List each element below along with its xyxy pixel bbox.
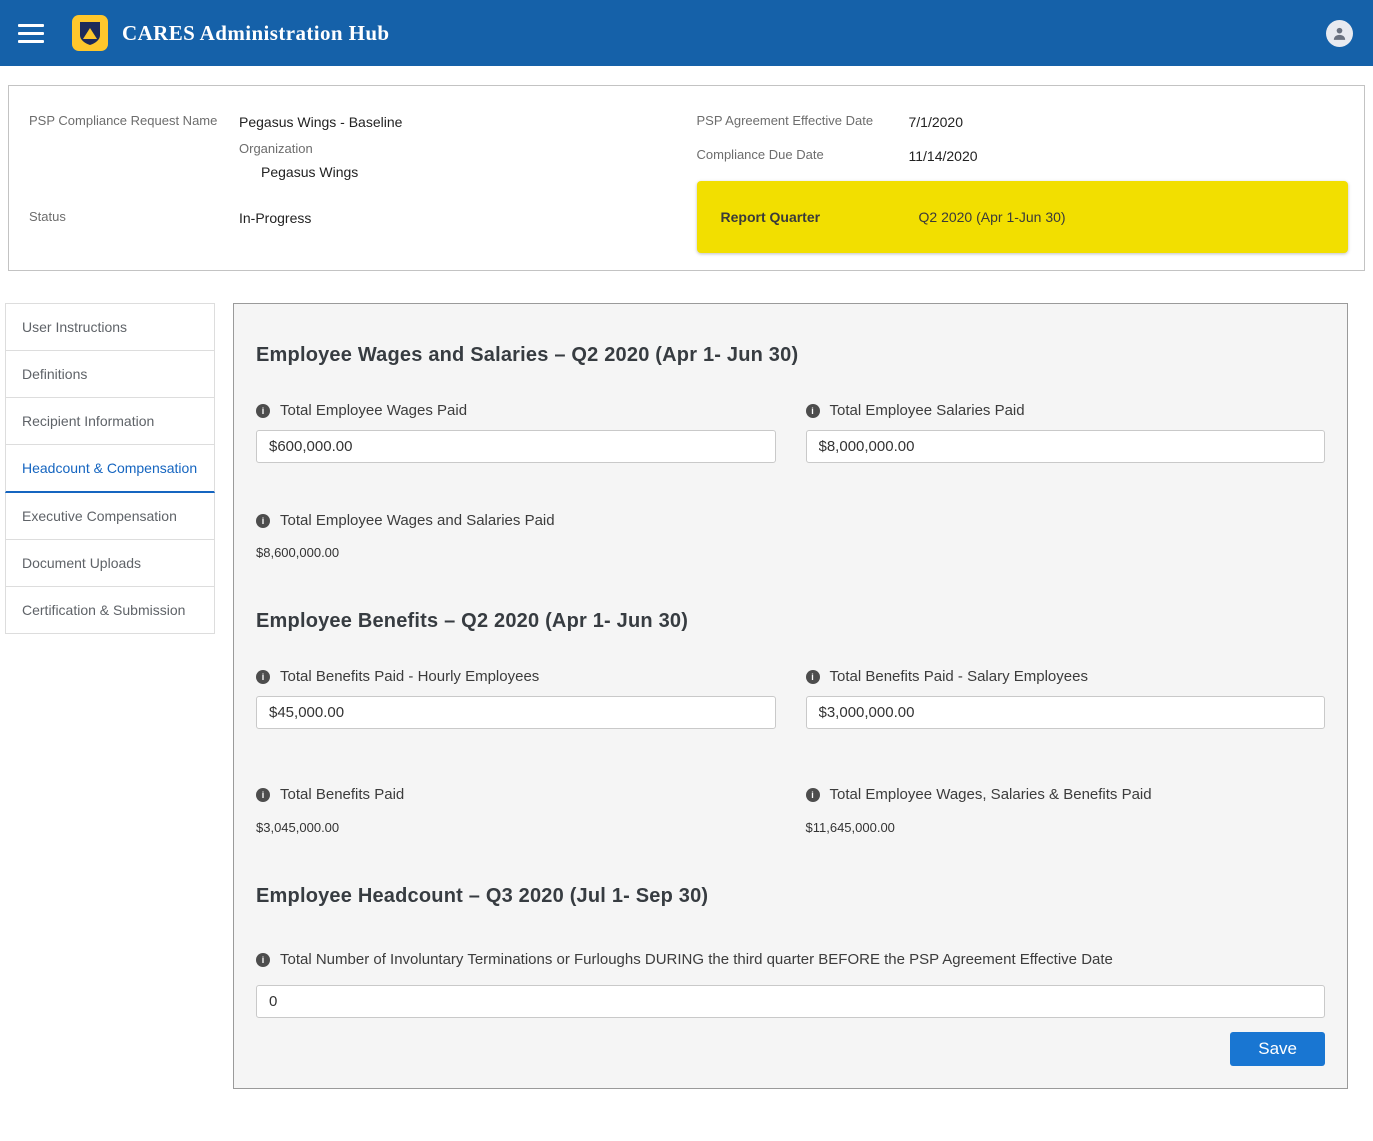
request-name-value: Pegasus Wings - Baseline bbox=[239, 112, 402, 132]
benefits-salary-label: Total Benefits Paid - Salary Employees bbox=[830, 667, 1088, 687]
section-title-headcount: Employee Headcount – Q3 2020 (Jul 1- Sep… bbox=[256, 885, 1325, 908]
field-benefits-hourly: i Total Benefits Paid - Hourly Employees bbox=[256, 667, 776, 729]
summary-right-column: PSP Agreement Effective Date 7/1/2020 Co… bbox=[697, 112, 1365, 253]
field-total-all: i Total Employee Wages, Salaries & Benef… bbox=[806, 785, 1326, 834]
effective-date-value: 7/1/2020 bbox=[909, 112, 964, 132]
app-bar: CARES Administration Hub bbox=[0, 0, 1373, 66]
info-icon[interactable]: i bbox=[256, 788, 270, 802]
total-wages-paid-input[interactable] bbox=[256, 430, 776, 463]
sidebar-item-certification-submission[interactable]: Certification & Submission bbox=[5, 586, 215, 634]
status-label: Status bbox=[29, 208, 239, 228]
shield-icon bbox=[77, 20, 103, 46]
total-wages-paid-label: Total Employee Wages Paid bbox=[280, 401, 467, 421]
total-salaries-paid-label: Total Employee Salaries Paid bbox=[830, 401, 1025, 421]
info-icon[interactable]: i bbox=[806, 670, 820, 684]
status-value: In-Progress bbox=[239, 208, 311, 228]
total-all-label: Total Employee Wages, Salaries & Benefit… bbox=[830, 785, 1152, 805]
sidebar-item-headcount-compensation[interactable]: Headcount & Compensation bbox=[5, 444, 215, 493]
organization-value: Pegasus Wings bbox=[239, 162, 358, 182]
sidebar: User Instructions Definitions Recipient … bbox=[5, 303, 215, 634]
total-salaries-paid-input[interactable] bbox=[806, 430, 1326, 463]
field-total-wages-paid: i Total Employee Wages Paid bbox=[256, 401, 776, 463]
info-icon[interactable]: i bbox=[806, 788, 820, 802]
report-quarter-value: Q2 2020 (Apr 1-Jun 30) bbox=[919, 209, 1066, 225]
report-quarter-label: Report Quarter bbox=[721, 209, 919, 225]
info-icon[interactable]: i bbox=[256, 670, 270, 684]
sidebar-item-recipient-information[interactable]: Recipient Information bbox=[5, 397, 215, 445]
benefits-salary-input[interactable] bbox=[806, 696, 1326, 729]
benefits-hourly-label: Total Benefits Paid - Hourly Employees bbox=[280, 667, 539, 687]
field-total-wages-salaries: i Total Employee Wages and Salaries Paid… bbox=[256, 511, 776, 560]
total-benefits-label: Total Benefits Paid bbox=[280, 785, 404, 805]
field-benefits-salary: i Total Benefits Paid - Salary Employees bbox=[806, 667, 1326, 729]
total-wages-salaries-label: Total Employee Wages and Salaries Paid bbox=[280, 511, 555, 531]
user-avatar-icon[interactable] bbox=[1326, 20, 1353, 47]
field-total-benefits: i Total Benefits Paid $3,045,000.00 bbox=[256, 785, 776, 834]
due-date-value: 11/14/2020 bbox=[909, 146, 978, 166]
request-name-label: PSP Compliance Request Name bbox=[29, 112, 239, 132]
sidebar-item-user-instructions[interactable]: User Instructions bbox=[5, 303, 215, 351]
main-area: User Instructions Definitions Recipient … bbox=[0, 303, 1373, 1119]
sidebar-item-document-uploads[interactable]: Document Uploads bbox=[5, 539, 215, 587]
organization-label: Organization bbox=[239, 140, 358, 159]
sidebar-item-definitions[interactable]: Definitions bbox=[5, 350, 215, 398]
section-title-benefits: Employee Benefits – Q2 2020 (Apr 1- Jun … bbox=[256, 610, 1325, 633]
info-icon[interactable]: i bbox=[256, 404, 270, 418]
info-icon[interactable]: i bbox=[256, 514, 270, 528]
info-icon[interactable]: i bbox=[256, 953, 270, 967]
menu-icon[interactable] bbox=[18, 19, 44, 48]
content-panel: Employee Wages and Salaries – Q2 2020 (A… bbox=[233, 303, 1348, 1089]
report-quarter-highlight: Report Quarter Q2 2020 (Apr 1-Jun 30) bbox=[697, 181, 1349, 253]
field-involuntary-terminations: i Total Number of Involuntary Terminatio… bbox=[256, 950, 1325, 1018]
total-all-value: $11,645,000.00 bbox=[806, 820, 1326, 835]
sidebar-item-executive-compensation[interactable]: Executive Compensation bbox=[5, 492, 215, 540]
field-total-salaries-paid: i Total Employee Salaries Paid bbox=[806, 401, 1326, 463]
total-benefits-value: $3,045,000.00 bbox=[256, 820, 776, 835]
save-button[interactable]: Save bbox=[1230, 1032, 1325, 1066]
benefits-hourly-input[interactable] bbox=[256, 696, 776, 729]
summary-left-column: PSP Compliance Request Name Pegasus Wing… bbox=[29, 112, 697, 253]
effective-date-label: PSP Agreement Effective Date bbox=[697, 112, 909, 132]
total-wages-salaries-value: $8,600,000.00 bbox=[256, 545, 776, 560]
info-icon[interactable]: i bbox=[806, 404, 820, 418]
involuntary-terminations-input[interactable] bbox=[256, 985, 1325, 1018]
involuntary-terminations-label: Total Number of Involuntary Terminations… bbox=[280, 950, 1113, 970]
app-logo bbox=[72, 15, 108, 51]
summary-card: PSP Compliance Request Name Pegasus Wing… bbox=[8, 85, 1365, 271]
section-title-wages: Employee Wages and Salaries – Q2 2020 (A… bbox=[256, 344, 1325, 367]
due-date-label: Compliance Due Date bbox=[697, 146, 909, 166]
app-title: CARES Administration Hub bbox=[122, 21, 390, 46]
